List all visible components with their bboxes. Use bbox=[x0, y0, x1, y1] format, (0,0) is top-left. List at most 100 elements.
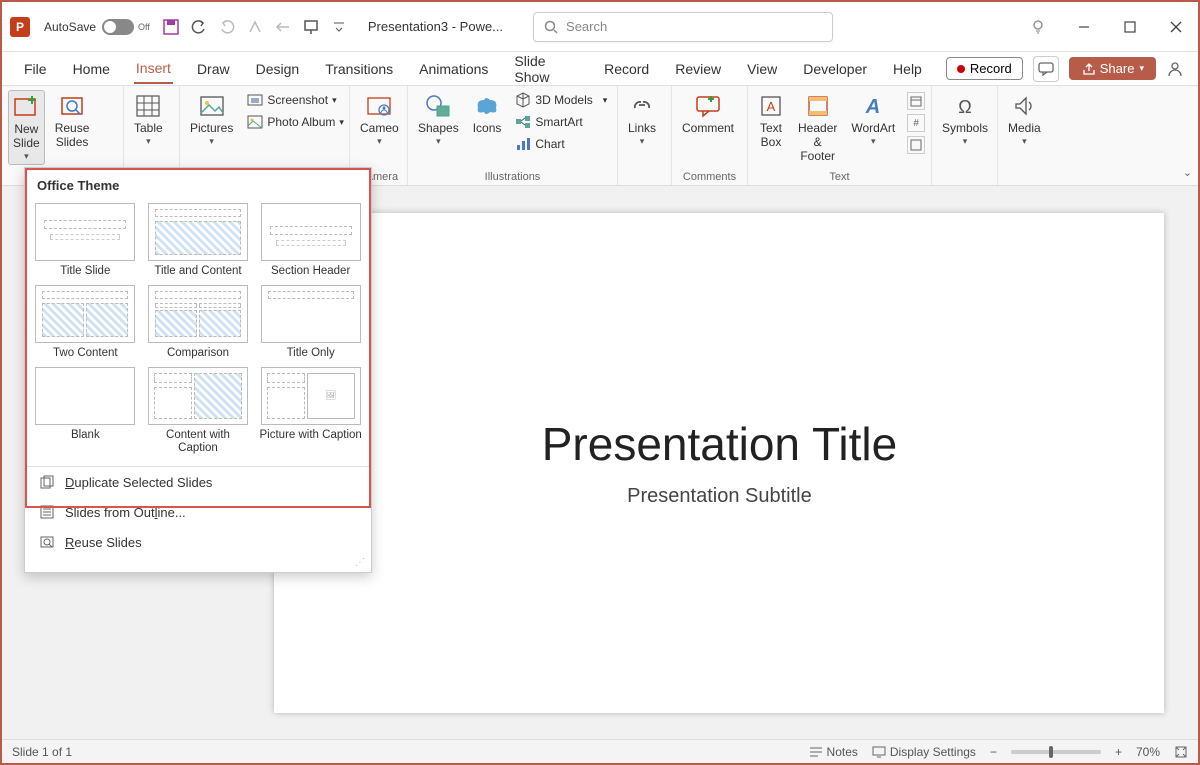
comment-icon bbox=[695, 93, 721, 119]
new-slide-button[interactable]: New Slide▾ bbox=[8, 90, 45, 165]
slide-title[interactable]: Presentation Title bbox=[542, 417, 897, 471]
header-footer-icon bbox=[805, 93, 831, 119]
cameo-icon bbox=[366, 93, 392, 119]
app-icon: P bbox=[10, 17, 30, 37]
reuse-slides-button[interactable]: Reuse Slides bbox=[51, 90, 94, 153]
tab-home[interactable]: Home bbox=[71, 55, 112, 83]
links-icon bbox=[629, 93, 655, 119]
comment-button[interactable]: Comment bbox=[678, 90, 738, 139]
cube-icon bbox=[515, 92, 531, 108]
layout-title-only[interactable]: Title Only bbox=[258, 285, 363, 361]
header-footer-button[interactable]: Header & Footer bbox=[794, 90, 841, 166]
cameo-button[interactable]: Cameo▾ bbox=[356, 90, 403, 149]
date-time-icon[interactable] bbox=[907, 92, 925, 110]
pictures-button[interactable]: Pictures▾ bbox=[186, 90, 237, 149]
minimize-button[interactable] bbox=[1070, 13, 1098, 41]
help-lightbulb-icon[interactable] bbox=[1024, 13, 1052, 41]
group-comments-label: Comments bbox=[678, 169, 741, 183]
layout-section-header[interactable]: Section Header bbox=[258, 203, 363, 279]
3d-models-button[interactable]: 3D Models▾ bbox=[511, 90, 611, 110]
fit-to-window-icon[interactable] bbox=[1174, 745, 1188, 759]
tab-insert[interactable]: Insert bbox=[134, 54, 173, 84]
tab-review[interactable]: Review bbox=[673, 55, 723, 83]
layout-title-content[interactable]: Title and Content bbox=[146, 203, 251, 279]
links-button[interactable]: Links▾ bbox=[624, 90, 660, 149]
save-icon[interactable] bbox=[162, 18, 180, 36]
redo-icon[interactable] bbox=[218, 18, 236, 36]
ribbon-tabs: File Home Insert Draw Design Transitions… bbox=[2, 52, 1198, 86]
resize-handle-icon[interactable]: ⋰ bbox=[25, 557, 371, 572]
qat-more-icon[interactable] bbox=[330, 18, 348, 36]
qat-icon-2[interactable] bbox=[274, 18, 292, 36]
search-icon bbox=[544, 20, 558, 34]
table-icon bbox=[135, 93, 161, 119]
record-button[interactable]: Record bbox=[946, 57, 1023, 80]
collapse-ribbon-icon[interactable]: ⌄ bbox=[1183, 166, 1192, 179]
media-button[interactable]: Media▾ bbox=[1004, 90, 1045, 149]
slide-canvas[interactable]: Presentation Title Presentation Subtitle bbox=[241, 186, 1198, 739]
reuse-slides-item[interactable]: Reuse Slides bbox=[25, 527, 371, 557]
account-icon[interactable] bbox=[1166, 60, 1184, 78]
share-icon bbox=[1081, 62, 1095, 76]
share-button[interactable]: Share▾ bbox=[1069, 57, 1156, 80]
group-text-label: Text bbox=[754, 169, 925, 183]
layout-comparison[interactable]: Comparison bbox=[146, 285, 251, 361]
tab-transitions[interactable]: Transitions bbox=[323, 55, 395, 83]
reuse-icon bbox=[39, 534, 55, 550]
quick-access-toolbar bbox=[162, 18, 348, 36]
tab-slideshow[interactable]: Slide Show bbox=[512, 47, 580, 91]
zoom-out-button[interactable]: − bbox=[990, 745, 997, 759]
screenshot-button[interactable]: Screenshot▾ bbox=[243, 90, 348, 110]
layout-blank[interactable]: Blank bbox=[33, 367, 138, 457]
toggle-switch[interactable] bbox=[102, 19, 134, 35]
object-icon[interactable] bbox=[907, 136, 925, 154]
undo-icon[interactable] bbox=[190, 18, 208, 36]
status-bar: Slide 1 of 1 Notes Display Settings − + … bbox=[2, 739, 1198, 763]
search-placeholder: Search bbox=[566, 19, 607, 34]
layout-picture-caption[interactable]: 🖼Picture with Caption bbox=[258, 367, 363, 457]
smartart-button[interactable]: SmartArt bbox=[511, 112, 611, 132]
search-input[interactable]: Search bbox=[533, 12, 833, 42]
display-settings-button[interactable]: Display Settings bbox=[872, 745, 976, 759]
title-bar: P AutoSave Off Presentation3 - Powe... S… bbox=[2, 2, 1198, 52]
tab-help[interactable]: Help bbox=[891, 55, 924, 83]
slide-subtitle[interactable]: Presentation Subtitle bbox=[627, 485, 812, 508]
slides-from-outline-item[interactable]: Slides from Outline... bbox=[25, 497, 371, 527]
comments-pane-button[interactable] bbox=[1033, 56, 1059, 82]
layout-content-caption[interactable]: Content with Caption bbox=[146, 367, 251, 457]
tab-record[interactable]: Record bbox=[602, 55, 651, 83]
zoom-in-button[interactable]: + bbox=[1115, 745, 1122, 759]
slide[interactable]: Presentation Title Presentation Subtitle bbox=[274, 213, 1164, 713]
tab-view[interactable]: View bbox=[745, 55, 779, 83]
autosave-toggle[interactable]: AutoSave Off bbox=[44, 19, 150, 35]
chart-button[interactable]: Chart bbox=[511, 134, 611, 154]
tab-animations[interactable]: Animations bbox=[417, 55, 490, 83]
wordart-button[interactable]: A WordArt▾ bbox=[847, 90, 899, 149]
shapes-button[interactable]: Shapes▾ bbox=[414, 90, 463, 149]
tab-developer[interactable]: Developer bbox=[801, 55, 869, 83]
tab-file[interactable]: File bbox=[22, 55, 49, 83]
symbols-button[interactable]: Ω Symbols▾ bbox=[938, 90, 992, 149]
new-slide-dropdown: Office Theme Title Slide Title and Conte… bbox=[24, 167, 372, 573]
notes-button[interactable]: Notes bbox=[809, 745, 858, 759]
layout-title-slide[interactable]: Title Slide bbox=[33, 203, 138, 279]
zoom-level: 70% bbox=[1136, 745, 1160, 759]
duplicate-slides-item[interactable]: Duplicate Selected Slides bbox=[25, 467, 371, 497]
layout-two-content[interactable]: Two Content bbox=[33, 285, 138, 361]
reuse-slides-icon bbox=[59, 93, 85, 119]
tab-design[interactable]: Design bbox=[254, 55, 302, 83]
tab-draw[interactable]: Draw bbox=[195, 55, 232, 83]
zoom-slider[interactable] bbox=[1011, 750, 1101, 754]
maximize-button[interactable] bbox=[1116, 13, 1144, 41]
table-button[interactable]: Table▾ bbox=[130, 90, 167, 149]
group-illustrations-label: Illustrations bbox=[414, 169, 611, 183]
icons-button[interactable]: Icons bbox=[469, 90, 506, 139]
present-icon[interactable] bbox=[302, 18, 320, 36]
qat-icon-1[interactable] bbox=[246, 18, 264, 36]
text-box-button[interactable]: A Text Box bbox=[754, 90, 788, 153]
photo-album-button[interactable]: Photo Album▾ bbox=[243, 112, 348, 132]
autosave-label: AutoSave bbox=[44, 20, 96, 34]
close-button[interactable] bbox=[1162, 13, 1190, 41]
autosave-state: Off bbox=[138, 22, 150, 32]
slide-number-icon[interactable]: # bbox=[907, 114, 925, 132]
